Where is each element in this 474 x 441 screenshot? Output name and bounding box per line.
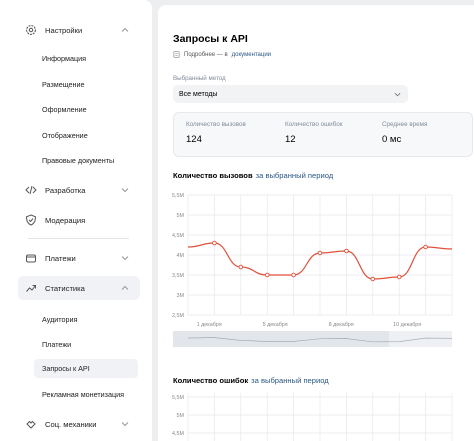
chevron-down-icon (394, 92, 401, 97)
chevron-down-icon (121, 422, 129, 427)
data-point (238, 264, 244, 270)
data-point (264, 272, 270, 278)
nav-payments-label: Платежи (45, 253, 76, 263)
chevron-up-icon (121, 27, 129, 32)
calls-chart-title-text: Количество вызовов (173, 171, 253, 180)
nav-development[interactable]: Разработка (18, 178, 140, 202)
y-tick-label: 3,5M (172, 273, 184, 279)
wallet-icon (25, 252, 37, 264)
stat-calls: Количество вызовов 124 (186, 121, 246, 145)
main-panel: Запросы к API Подробнее — в документации… (158, 5, 474, 441)
y-tick-label: 5M (177, 213, 185, 219)
nav-payments[interactable]: Платежи (18, 246, 140, 270)
social-icon (25, 418, 37, 430)
errors-chart-period-link[interactable]: за выбранный период (251, 376, 329, 385)
y-tick-label: 3M (177, 293, 185, 299)
errors-chart-title: Количество ошибок за выбранный период (173, 376, 329, 385)
x-tick-label: 5 декабря (263, 322, 288, 328)
nav-item-design[interactable]: Оформление (42, 105, 87, 114)
y-tick-label: 4M (177, 253, 185, 259)
calls-chart-title: Количество вызовов за выбранный период (173, 171, 333, 180)
errors-chart: 4,5M 5M 5,5M (172, 393, 453, 441)
x-tick-label: 10 декабря (393, 322, 421, 328)
nav-social[interactable]: Соц. механики (18, 412, 140, 436)
stat-avg-time-value: 0 мс (382, 134, 402, 145)
stat-errors-label: Количество ошибок (285, 121, 343, 128)
nav-item-stat-payments[interactable]: Платежи (42, 340, 71, 349)
nav-development-label: Разработка (45, 185, 86, 195)
page-title: Запросы к API (173, 33, 248, 45)
data-point (291, 272, 296, 278)
nav-moderation[interactable]: Модерация (18, 208, 140, 232)
code-icon (25, 184, 37, 196)
data-point (423, 244, 428, 250)
data-point (370, 276, 376, 282)
nav-moderation-label: Модерация (45, 215, 86, 225)
x-tick-label: 8 декабря (329, 322, 354, 328)
x-tick-label: 1 декабря (197, 322, 222, 328)
docs-hint: Подробнее — в документации (173, 51, 271, 58)
chevron-up-icon (121, 285, 129, 290)
docs-link[interactable]: документации (232, 52, 271, 58)
gear-icon (25, 24, 37, 36)
trend-icon (25, 282, 37, 294)
sidebar: Настройки Информация Размещение Оформлен… (0, 0, 152, 441)
nav-item-placement[interactable]: Размещение (42, 80, 85, 89)
shield-icon (25, 214, 37, 226)
nav-statistics[interactable]: Статистика (18, 276, 140, 300)
stat-calls-value: 124 (186, 134, 202, 145)
y-tick-label: 4,5M (172, 431, 184, 437)
stat-errors-value: 12 (285, 134, 296, 145)
stat-avg-time-label: Среднее время (382, 121, 428, 128)
sidebar-divider (28, 238, 129, 239)
calls-chart: 2,5M 3M 3,5M 4M 4,5M 5M 5,5M 1 декабря 5 декабря… (172, 193, 453, 347)
method-select-label: Выбранный метод (173, 75, 226, 82)
method-select[interactable]: Все методы (173, 85, 408, 103)
nav-item-info[interactable]: Информация (42, 54, 86, 63)
document-icon (173, 51, 180, 58)
range-selector-window (173, 331, 389, 347)
nav-item-display[interactable]: Отображение (42, 131, 88, 140)
docs-hint-text: Подробнее — в (184, 51, 228, 58)
chevron-down-icon (121, 256, 129, 261)
stats-summary: Количество вызовов 124 Количество ошибок… (173, 112, 473, 157)
y-tick-label: 5,5M (172, 395, 184, 401)
y-tick-label: 2,5M (172, 313, 184, 319)
nav-item-legal[interactable]: Правовые документы (42, 156, 114, 165)
y-tick-label: 5,5M (172, 193, 184, 199)
method-select-value: Все методы (179, 90, 218, 98)
data-point (344, 248, 349, 254)
errors-chart-title-text: Количество ошибок (173, 376, 249, 385)
y-tick-label: 5M (177, 413, 185, 419)
chevron-down-icon (121, 188, 129, 193)
y-tick-label: 4,5M (172, 233, 184, 239)
data-point (317, 250, 323, 256)
stat-errors: Количество ошибок 12 (285, 121, 343, 145)
nav-social-label: Соц. механики (45, 419, 97, 429)
data-point (212, 240, 217, 246)
nav-settings[interactable]: Настройки (18, 18, 140, 42)
nav-item-api-requests[interactable]: Запросы к API (34, 359, 138, 378)
nav-settings-label: Настройки (45, 25, 83, 35)
stat-calls-label: Количество вызовов (186, 121, 246, 128)
nav-item-ad-monetization[interactable]: Рекламная монетизация (42, 390, 124, 399)
nav-statistics-label: Статистика (45, 283, 85, 293)
data-point (396, 274, 402, 280)
stat-avg-time: Среднее время 0 мс (382, 121, 427, 145)
nav-item-audience[interactable]: Аудитория (42, 315, 77, 324)
calls-chart-period-link[interactable]: за выбранный период (256, 171, 334, 180)
